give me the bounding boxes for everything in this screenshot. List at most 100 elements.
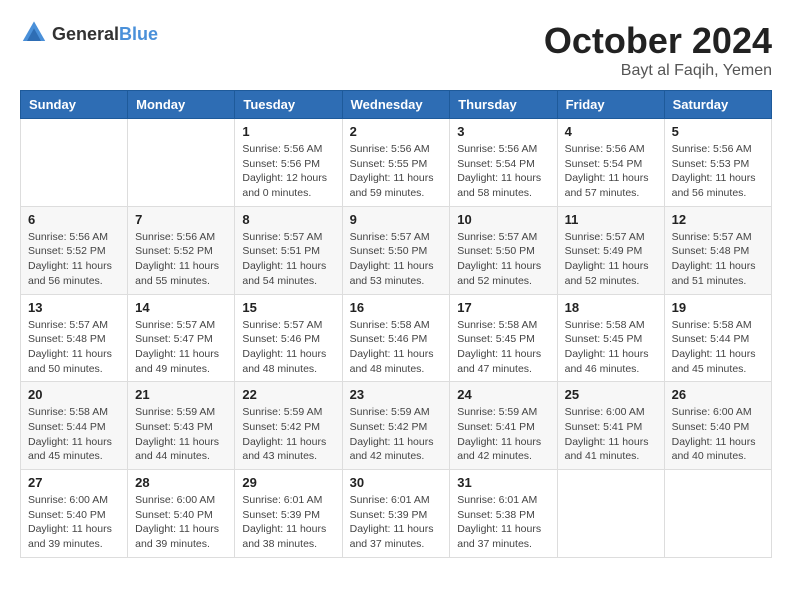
weekday-friday: Friday	[557, 91, 664, 119]
day-number: 1	[242, 124, 334, 139]
location-title: Bayt al Faqih, Yemen	[544, 62, 772, 80]
day-number: 9	[350, 212, 443, 227]
day-number: 8	[242, 212, 334, 227]
calendar-cell: 31 Sunrise: 6:01 AM Sunset: 5:38 PM Dayli…	[450, 470, 557, 558]
page-header: GeneralBlue October 2024 Bayt al Faqih, …	[20, 20, 772, 80]
calendar-table: SundayMondayTuesdayWednesdayThursdayFrid…	[20, 90, 772, 558]
day-number: 24	[457, 387, 549, 402]
day-info: Sunrise: 5:57 AM Sunset: 5:50 PM Dayligh…	[350, 230, 443, 289]
calendar-week-1: 1 Sunrise: 5:56 AM Sunset: 5:56 PM Daylig…	[21, 119, 772, 207]
calendar-cell: 14Sunrise: 5:57 AM Sunset: 5:47 PM Dayli…	[128, 294, 235, 382]
day-number: 3	[457, 124, 549, 139]
day-info: Sunrise: 5:57 AM Sunset: 5:49 PM Dayligh…	[565, 230, 657, 289]
calendar-cell: 9 Sunrise: 5:57 AM Sunset: 5:50 PM Daylig…	[342, 206, 450, 294]
calendar-cell	[21, 119, 128, 207]
calendar-week-4: 20Sunrise: 5:58 AM Sunset: 5:44 PM Dayli…	[21, 382, 772, 470]
day-number: 19	[672, 300, 764, 315]
calendar-cell: 19 Sunrise: 5:58 AM Sunset: 5:44 PM Dayli…	[664, 294, 771, 382]
calendar-cell: 25 Sunrise: 6:00 AM Sunset: 5:41 PM Dayli…	[557, 382, 664, 470]
day-number: 11	[565, 212, 657, 227]
calendar-cell	[664, 470, 771, 558]
day-number: 27	[28, 475, 120, 490]
day-number: 4	[565, 124, 657, 139]
calendar-week-2: 6 Sunrise: 5:56 AM Sunset: 5:52 PM Daylig…	[21, 206, 772, 294]
day-number: 23	[350, 387, 443, 402]
day-info: Sunrise: 5:59 AM Sunset: 5:41 PM Dayligh…	[457, 405, 549, 464]
calendar-week-3: 13 Sunrise: 5:57 AM Sunset: 5:48 PM Dayli…	[21, 294, 772, 382]
day-info: Sunrise: 5:56 AM Sunset: 5:54 PM Dayligh…	[565, 142, 657, 201]
calendar-cell: 29Sunrise: 6:01 AM Sunset: 5:39 PM Dayli…	[235, 470, 342, 558]
calendar-cell	[128, 119, 235, 207]
calendar-cell: 5 Sunrise: 5:56 AM Sunset: 5:53 PM Daylig…	[664, 119, 771, 207]
day-number: 26	[672, 387, 764, 402]
day-info: Sunrise: 5:57 AM Sunset: 5:48 PM Dayligh…	[28, 318, 120, 377]
day-number: 2	[350, 124, 443, 139]
calendar-cell	[557, 470, 664, 558]
day-info: Sunrise: 5:56 AM Sunset: 5:55 PM Dayligh…	[350, 142, 443, 201]
day-number: 13	[28, 300, 120, 315]
day-info: Sunrise: 5:59 AM Sunset: 5:42 PM Dayligh…	[242, 405, 334, 464]
day-info: Sunrise: 5:58 AM Sunset: 5:44 PM Dayligh…	[28, 405, 120, 464]
calendar-body: 1 Sunrise: 5:56 AM Sunset: 5:56 PM Daylig…	[21, 119, 772, 558]
calendar-cell: 7Sunrise: 5:56 AM Sunset: 5:52 PM Daylig…	[128, 206, 235, 294]
calendar-cell: 8 Sunrise: 5:57 AM Sunset: 5:51 PM Daylig…	[235, 206, 342, 294]
day-info: Sunrise: 5:56 AM Sunset: 5:52 PM Dayligh…	[135, 230, 227, 289]
calendar-cell: 28Sunrise: 6:00 AM Sunset: 5:40 PM Dayli…	[128, 470, 235, 558]
calendar-cell: 6Sunrise: 5:56 AM Sunset: 5:52 PM Daylig…	[21, 206, 128, 294]
weekday-thursday: Thursday	[450, 91, 557, 119]
day-number: 6	[28, 212, 120, 227]
day-info: Sunrise: 5:58 AM Sunset: 5:45 PM Dayligh…	[457, 318, 549, 377]
calendar-cell: 15 Sunrise: 5:57 AM Sunset: 5:46 PM Dayli…	[235, 294, 342, 382]
calendar-cell: 12Sunrise: 5:57 AM Sunset: 5:48 PM Dayli…	[664, 206, 771, 294]
calendar-cell: 16Sunrise: 5:58 AM Sunset: 5:46 PM Dayli…	[342, 294, 450, 382]
weekday-header-row: SundayMondayTuesdayWednesdayThursdayFrid…	[21, 91, 772, 119]
calendar-cell: 26 Sunrise: 6:00 AM Sunset: 5:40 PM Dayli…	[664, 382, 771, 470]
calendar-cell: 10 Sunrise: 5:57 AM Sunset: 5:50 PM Dayli…	[450, 206, 557, 294]
day-info: Sunrise: 5:58 AM Sunset: 5:45 PM Dayligh…	[565, 318, 657, 377]
day-info: Sunrise: 5:56 AM Sunset: 5:56 PM Dayligh…	[242, 142, 334, 201]
day-info: Sunrise: 5:57 AM Sunset: 5:50 PM Dayligh…	[457, 230, 549, 289]
logo-general: General	[52, 24, 119, 44]
day-info: Sunrise: 5:56 AM Sunset: 5:54 PM Dayligh…	[457, 142, 549, 201]
day-number: 22	[242, 387, 334, 402]
day-number: 30	[350, 475, 443, 490]
calendar-cell: 13 Sunrise: 5:57 AM Sunset: 5:48 PM Dayli…	[21, 294, 128, 382]
day-info: Sunrise: 5:58 AM Sunset: 5:46 PM Dayligh…	[350, 318, 443, 377]
day-info: Sunrise: 6:00 AM Sunset: 5:40 PM Dayligh…	[135, 493, 227, 552]
day-info: Sunrise: 5:58 AM Sunset: 5:44 PM Dayligh…	[672, 318, 764, 377]
day-number: 5	[672, 124, 764, 139]
day-number: 25	[565, 387, 657, 402]
title-block: October 2024 Bayt al Faqih, Yemen	[544, 20, 772, 80]
calendar-cell: 2 Sunrise: 5:56 AM Sunset: 5:55 PM Daylig…	[342, 119, 450, 207]
logo: GeneralBlue	[20, 20, 158, 48]
month-title: October 2024	[544, 20, 772, 62]
calendar-cell: 17 Sunrise: 5:58 AM Sunset: 5:45 PM Dayli…	[450, 294, 557, 382]
logo-icon	[20, 20, 48, 48]
day-number: 10	[457, 212, 549, 227]
calendar-cell: 22 Sunrise: 5:59 AM Sunset: 5:42 PM Dayli…	[235, 382, 342, 470]
day-info: Sunrise: 6:00 AM Sunset: 5:41 PM Dayligh…	[565, 405, 657, 464]
weekday-wednesday: Wednesday	[342, 91, 450, 119]
calendar-week-5: 27 Sunrise: 6:00 AM Sunset: 5:40 PM Dayli…	[21, 470, 772, 558]
calendar-cell: 21Sunrise: 5:59 AM Sunset: 5:43 PM Dayli…	[128, 382, 235, 470]
day-info: Sunrise: 5:59 AM Sunset: 5:42 PM Dayligh…	[350, 405, 443, 464]
day-info: Sunrise: 5:57 AM Sunset: 5:51 PM Dayligh…	[242, 230, 334, 289]
day-info: Sunrise: 5:57 AM Sunset: 5:48 PM Dayligh…	[672, 230, 764, 289]
logo-blue: Blue	[119, 24, 158, 44]
day-info: Sunrise: 6:01 AM Sunset: 5:39 PM Dayligh…	[350, 493, 443, 552]
day-info: Sunrise: 6:01 AM Sunset: 5:38 PM Dayligh…	[457, 493, 549, 552]
calendar-cell: 20Sunrise: 5:58 AM Sunset: 5:44 PM Dayli…	[21, 382, 128, 470]
calendar-cell: 11 Sunrise: 5:57 AM Sunset: 5:49 PM Dayli…	[557, 206, 664, 294]
day-number: 31	[457, 475, 549, 490]
day-info: Sunrise: 6:00 AM Sunset: 5:40 PM Dayligh…	[672, 405, 764, 464]
day-number: 21	[135, 387, 227, 402]
day-number: 15	[242, 300, 334, 315]
logo-text: GeneralBlue	[52, 24, 158, 45]
calendar-cell: 24 Sunrise: 5:59 AM Sunset: 5:41 PM Dayli…	[450, 382, 557, 470]
calendar-cell: 18Sunrise: 5:58 AM Sunset: 5:45 PM Dayli…	[557, 294, 664, 382]
day-info: Sunrise: 5:57 AM Sunset: 5:46 PM Dayligh…	[242, 318, 334, 377]
weekday-saturday: Saturday	[664, 91, 771, 119]
calendar-cell: 27Sunrise: 6:00 AM Sunset: 5:40 PM Dayli…	[21, 470, 128, 558]
day-number: 17	[457, 300, 549, 315]
day-info: Sunrise: 5:56 AM Sunset: 5:53 PM Dayligh…	[672, 142, 764, 201]
